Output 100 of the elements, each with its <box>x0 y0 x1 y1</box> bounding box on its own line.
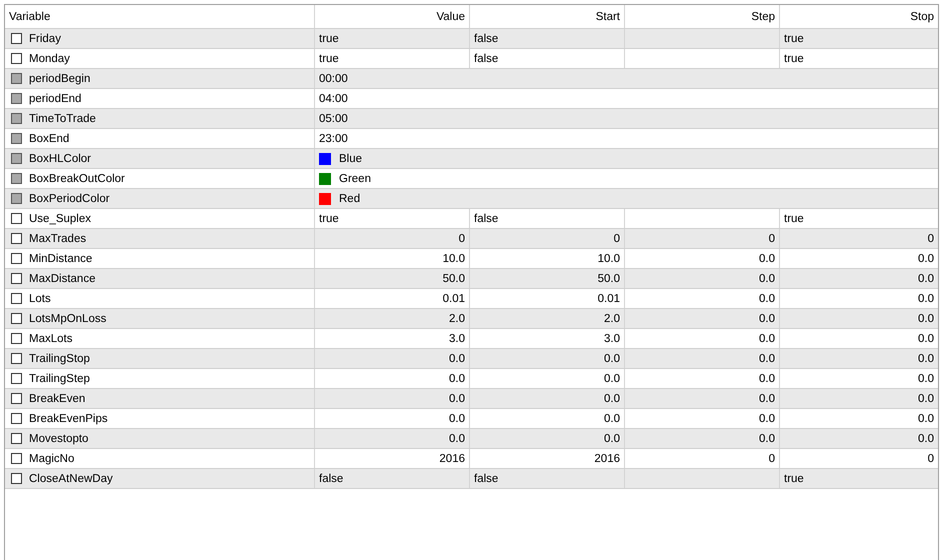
variable-name: Lots <box>29 292 51 304</box>
variable-name: BreakEvenPips <box>29 412 108 424</box>
table-cell: true <box>319 212 339 224</box>
table-cell: 0.0 <box>604 432 620 444</box>
checkbox[interactable] <box>11 33 22 44</box>
table-cell: 50.0 <box>442 272 465 284</box>
variable-name: Movestopto <box>29 432 88 444</box>
variable-name: BoxEnd <box>29 132 70 144</box>
table-cell: 0.01 <box>442 292 465 304</box>
variable-name: TrailingStop <box>29 352 90 364</box>
table-cell: 0.0 <box>759 372 775 384</box>
table-cell: false <box>474 212 498 224</box>
variable-name: periodEnd <box>29 92 82 104</box>
column-header: Step <box>625 5 780 28</box>
table-cell: 0 <box>928 452 934 464</box>
column-header: Variable <box>5 5 315 28</box>
table-cell: 0.0 <box>449 432 465 444</box>
table-cell: 0.0 <box>759 272 775 284</box>
table-cell: 0.0 <box>604 372 620 384</box>
variable-name: BoxHLColor <box>29 152 91 164</box>
table-cell: 0.0 <box>759 252 775 264</box>
table-cell: Green <box>339 172 371 184</box>
table-cell: 0.0 <box>449 352 465 364</box>
table-cell: 0.0 <box>759 432 775 444</box>
table-cell: true <box>319 32 339 44</box>
table-cell: true <box>784 52 804 64</box>
table-cell: 0.0 <box>759 352 775 364</box>
table-cell: 0.0 <box>759 312 775 324</box>
variable-name: MagicNo <box>29 452 74 464</box>
table-cell: 0.0 <box>918 272 934 284</box>
table-cell: 50.0 <box>598 272 620 284</box>
checkbox[interactable] <box>11 53 22 64</box>
table-cell: 0.0 <box>449 392 465 404</box>
variable-name: periodBegin <box>29 72 90 84</box>
variable-name: LotsMpOnLoss <box>29 312 106 324</box>
table-cell: true <box>784 32 804 44</box>
variable-name: BreakEven <box>29 392 86 404</box>
table-cell: Blue <box>339 152 362 164</box>
checkbox[interactable] <box>11 353 22 364</box>
table-cell: 00:00 <box>319 72 348 84</box>
table-cell: 0.01 <box>598 292 620 304</box>
checkbox[interactable] <box>11 273 22 284</box>
table-cell: 0.0 <box>918 432 934 444</box>
table-cell: 0.0 <box>918 352 934 364</box>
column-header: Value <box>315 5 470 28</box>
table-cell: 0.0 <box>759 412 775 424</box>
variable-name: TimeToTrade <box>29 112 96 124</box>
checkbox[interactable] <box>11 473 22 484</box>
table-cell: true <box>784 472 804 484</box>
variable-name: Friday <box>29 32 61 44</box>
checkbox[interactable] <box>11 453 22 464</box>
table-cell: 0 <box>768 232 775 244</box>
checkbox[interactable] <box>11 373 22 384</box>
variable-name: TrailingStep <box>29 372 90 384</box>
table-cell: 0.0 <box>759 292 775 304</box>
table-cell: 10.0 <box>598 252 620 264</box>
table-cell: 3.0 <box>449 332 465 344</box>
table-cell: 0.0 <box>604 352 620 364</box>
variable-name: MaxTrades <box>29 232 86 244</box>
table-cell: 2016 <box>439 452 465 464</box>
column-header: Start <box>470 5 625 28</box>
table-cell: false <box>319 472 344 484</box>
table-cell: 0.0 <box>759 392 775 404</box>
variable-name: Use_Suplex <box>29 212 92 224</box>
table-cell: 0.0 <box>449 412 465 424</box>
variable-name: MaxDistance <box>29 272 96 284</box>
table-cell: false <box>474 472 498 484</box>
checkbox[interactable] <box>11 293 22 304</box>
checkbox[interactable] <box>11 433 22 444</box>
variable-name: BoxPeriodColor <box>29 192 110 204</box>
checkbox[interactable] <box>11 413 22 424</box>
table-cell: 0 <box>928 232 934 244</box>
table-cell: 0 <box>768 452 775 464</box>
table-cell: 0.0 <box>604 412 620 424</box>
table-cell: 2.0 <box>449 312 465 324</box>
checkbox[interactable] <box>11 233 22 244</box>
table-cell: 0.0 <box>918 412 934 424</box>
table-cell: 2.0 <box>604 312 620 324</box>
table-cell: 0.0 <box>918 312 934 324</box>
table-cell: 3.0 <box>604 332 620 344</box>
checkbox[interactable] <box>11 313 22 324</box>
table-cell: 0.0 <box>918 372 934 384</box>
table-cell: 0.0 <box>449 372 465 384</box>
table-cell: 0.0 <box>918 392 934 404</box>
table-cell: 0.0 <box>604 392 620 404</box>
table-cell: 0.0 <box>759 332 775 344</box>
table-cell: true <box>319 52 339 64</box>
table-cell: 0.0 <box>918 332 934 344</box>
checkbox[interactable] <box>11 253 22 264</box>
table-cell: false <box>474 52 498 64</box>
checkbox[interactable] <box>11 213 22 224</box>
table-cell: true <box>784 212 804 224</box>
table-cell: 23:00 <box>319 132 348 144</box>
column-header: Stop <box>909 10 935 24</box>
checkbox[interactable] <box>11 393 22 404</box>
table-cell: 0 <box>458 232 465 244</box>
table-cell: 0.0 <box>918 252 934 264</box>
checkbox[interactable] <box>11 333 22 344</box>
table-cell: 2016 <box>594 452 620 464</box>
variable-name: MaxLots <box>29 332 72 344</box>
